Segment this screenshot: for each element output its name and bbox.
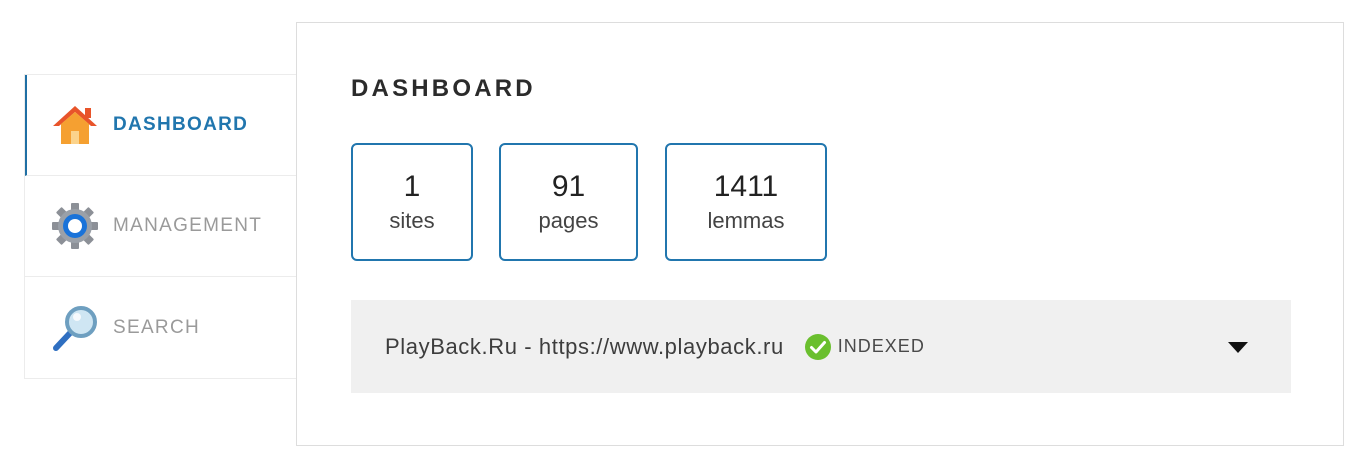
status-badge: INDEXED bbox=[837, 336, 925, 356]
gear-icon bbox=[51, 202, 99, 250]
sidebar-item-label: DASHBOARD bbox=[113, 114, 249, 135]
sidebar-item-management[interactable]: MANAGEMENT bbox=[25, 176, 297, 277]
stat-value: 1411 bbox=[713, 170, 779, 203]
stat-value: 91 bbox=[551, 170, 586, 203]
sidebar-nav: DASHBOARD MANAGEMENT SEARCH bbox=[24, 74, 297, 379]
stat-card-sites: 1 sites bbox=[351, 143, 473, 261]
site-name: PlayBack.Ru - https://www.playback.ru bbox=[385, 333, 784, 359]
chevron-down-icon[interactable] bbox=[1227, 340, 1249, 354]
check-circle-icon bbox=[804, 333, 832, 361]
stat-label: pages bbox=[538, 208, 599, 233]
sidebar-item-label: SEARCH bbox=[113, 316, 200, 338]
page-title: DASHBOARD bbox=[351, 75, 536, 102]
stat-value: 1 bbox=[403, 170, 421, 203]
sidebar-item-search[interactable]: SEARCH bbox=[25, 277, 297, 378]
site-row[interactable]: PlayBack.Ru - https://www.playback.ru IN… bbox=[351, 300, 1291, 393]
stat-card-lemmas: 1411 lemmas bbox=[665, 143, 827, 261]
sidebar-item-label: MANAGEMENT bbox=[113, 215, 263, 236]
stat-label: sites bbox=[389, 208, 435, 233]
stat-label: lemmas bbox=[707, 208, 785, 233]
home-icon bbox=[51, 101, 99, 149]
dashboard-panel: DASHBOARD 1 sites 91 pages 1411 lemmas P… bbox=[296, 22, 1344, 446]
magnifier-icon bbox=[51, 304, 99, 352]
stat-card-pages: 91 pages bbox=[499, 143, 638, 261]
sidebar-item-dashboard[interactable]: DASHBOARD bbox=[25, 75, 297, 176]
